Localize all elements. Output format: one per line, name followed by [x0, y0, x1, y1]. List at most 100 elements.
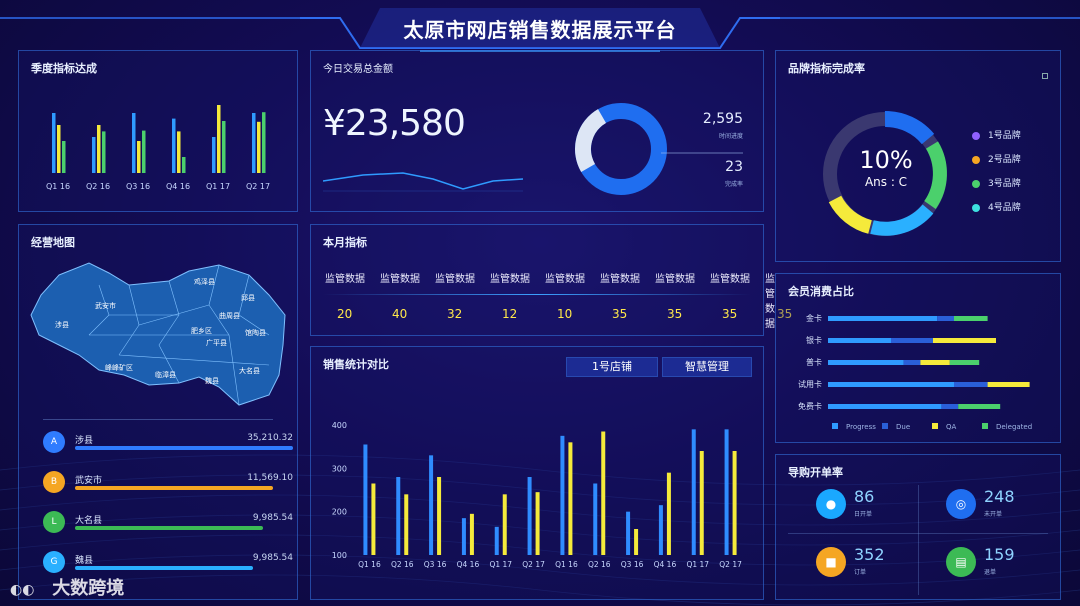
ranking-badge: L: [43, 511, 65, 533]
guide-kpi-value: 248: [984, 487, 1015, 506]
sales-bar: [461, 518, 466, 555]
ranking-bar: [75, 446, 293, 450]
member-bar-segment: [828, 316, 938, 321]
sales-bar: [593, 483, 598, 555]
map-panel: 经营地图 鸡泽县 武安市 邱县 涉县 曲周县 肥乡区 馆陶县 广平县 峰峰矿区 …: [18, 224, 298, 600]
guide-kpi[interactable]: ◎ 248 未开单: [946, 487, 1056, 527]
ranking-name: 涉县: [75, 436, 94, 446]
sales-bar: [494, 526, 499, 555]
quarterly-bar: [212, 137, 216, 173]
member-legend-swatch: [832, 423, 838, 429]
member-bar-segment: [828, 382, 954, 387]
sales-y-tick: 100: [332, 551, 347, 560]
monthly-value: 20: [337, 307, 353, 321]
ranking-row[interactable]: A 涉县 35,210.32: [43, 431, 293, 461]
monthly-value: 35: [722, 307, 738, 321]
quarterly-bar: [142, 130, 146, 173]
guide-kpi-label: 日开单: [854, 511, 873, 518]
guide-kpi[interactable]: ● 86 日开单: [816, 487, 926, 527]
tab-store1[interactable]: 1号店铺: [566, 357, 658, 377]
quarterly-panel: 季度指标达成 Q1 16 Q2 16 Q3 16 Q4 16 Q1 17 Q2 17: [18, 50, 298, 212]
quarterly-chart: Q1 16 Q2 16 Q3 16 Q4 16 Q1 17 Q2 17: [46, 105, 270, 191]
brand-legend-item[interactable]: 3号品牌: [972, 176, 1052, 200]
sales-bar: [691, 429, 696, 555]
monthly-value: 35: [667, 307, 683, 321]
quarterly-tick-label: Q2 17: [246, 182, 270, 191]
monthly-value: 35: [612, 307, 628, 321]
brand-legend-label: 2号品牌: [988, 155, 1021, 165]
sales-bar: [724, 429, 729, 555]
brand-legend-item[interactable]: 4号品牌: [972, 200, 1052, 224]
tab-smart-management[interactable]: 智慧管理: [662, 357, 752, 377]
sales-bar: [560, 435, 565, 555]
ranking-name: 武安市: [75, 476, 103, 486]
legend-dot-icon: [972, 131, 980, 140]
sales-bar: [404, 494, 409, 555]
sales-bar: [568, 442, 573, 555]
sales-x-tick: Q2 17: [719, 560, 742, 569]
brand-legend-label: 3号品牌: [988, 179, 1021, 189]
member-legend-swatch: [932, 423, 938, 429]
member-row-label: 普卡: [806, 357, 822, 367]
sales-bar: [535, 492, 540, 555]
ranking-row[interactable]: B 武安市 11,569.10: [43, 471, 293, 501]
brand-donut: [823, 110, 947, 236]
member-bar-segment: [920, 360, 950, 365]
sales-x-tick: Q3 16: [621, 560, 644, 569]
guide-kpi[interactable]: ▤ 159 退单: [946, 545, 1056, 585]
monthly-value: 32: [447, 307, 463, 321]
sales-x-tick: Q4 16: [457, 560, 480, 569]
sales-x-tick: Q1 16: [358, 560, 381, 569]
guide-kpi-value: 352: [854, 545, 885, 564]
brand-center-value: 10%: [859, 146, 913, 174]
quarterly-bar: [222, 121, 226, 173]
brand-panel: 品牌指标完成率 10% Ans : C 1号品牌 2号品牌 3号品牌 4号品牌: [775, 50, 1061, 262]
member-row-label: 免费卡: [798, 401, 822, 411]
monthly-label: 监管数据: [600, 274, 640, 285]
today-sparkline: [323, 172, 523, 192]
quarterly-bar: [102, 131, 106, 173]
sales-bar: [469, 513, 474, 555]
quarterly-bar: [177, 131, 181, 173]
cart-icon: ■: [816, 547, 846, 577]
quarterly-bar: [257, 121, 261, 173]
ranking-badge: A: [43, 431, 65, 453]
guide-hdivider: [788, 533, 1048, 534]
ranking-bar: [75, 566, 253, 570]
brand-legend-item[interactable]: 2号品牌: [972, 152, 1052, 176]
sales-title: 销售统计对比: [323, 358, 389, 371]
sales-x-tick: Q1 17: [686, 560, 709, 569]
member-row-label: 试用卡: [798, 379, 822, 389]
sales-x-tick: Q1 17: [489, 560, 512, 569]
map-label-feixiang: 肥乡区: [191, 327, 212, 335]
brand-menu-icon[interactable]: [1042, 73, 1048, 79]
map-label-she: 涉县: [55, 321, 69, 329]
quarterly-tick-label: Q2 16: [86, 182, 110, 191]
member-panel: 会员消费占比 金卡 银卡 普卡 试用卡 免费卡 Progress Due QA Delegate…: [775, 273, 1061, 443]
brand-legend-label: 1号品牌: [988, 131, 1021, 141]
quarterly-bar: [217, 105, 221, 173]
map-label-guangping: 广平县: [206, 339, 227, 347]
quarterly-bar: [137, 141, 141, 173]
sales-bar: [699, 451, 704, 555]
member-row-label: 金卡: [806, 313, 822, 323]
sales-x-tick: Q2 16: [588, 560, 611, 569]
sales-bar: [634, 529, 639, 555]
monthly-value: 10: [557, 307, 573, 321]
guide-kpi[interactable]: ■ 352 订单: [816, 545, 926, 585]
guide-title: 导购开单率: [788, 466, 843, 479]
guide-kpi-label: 未开单: [984, 511, 1003, 518]
monthly-label: 监管数据: [325, 274, 365, 285]
sales-bar: [363, 444, 368, 555]
member-legend-label: Due: [896, 423, 910, 431]
map-label-quzhou: 曲周县: [219, 312, 240, 320]
brand-legend-item[interactable]: 1号品牌: [972, 128, 1052, 152]
guide-kpi-label: 退单: [984, 569, 997, 576]
member-bar-segment: [958, 404, 1001, 409]
member-legend-label: Progress: [846, 423, 876, 431]
ranking-row[interactable]: L 大名县 9,985.54: [43, 511, 293, 541]
watermark: ◐◐ 大数跨境: [10, 574, 124, 600]
sales-bar: [429, 455, 434, 555]
monthly-value: 40: [392, 307, 408, 321]
guide-panel: 导购开单率 ● 86 日开单 ◎ 248 未开单 ■ 352 订单 ▤ 159 …: [775, 454, 1061, 600]
